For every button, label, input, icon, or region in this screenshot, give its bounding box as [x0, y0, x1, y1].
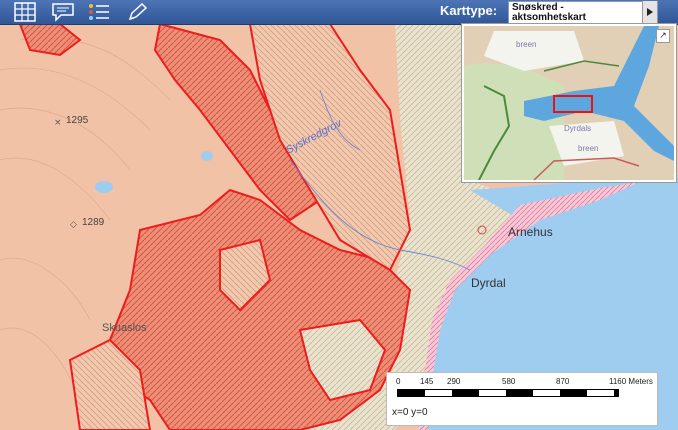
- overview-label-dyrdals: Dyrdals: [564, 124, 592, 133]
- place-label-arnehus: Arnehus: [508, 225, 553, 239]
- scale-tick-0: 0: [396, 377, 401, 386]
- select-arrow-icon[interactable]: [642, 1, 657, 23]
- lake-2: [95, 181, 113, 193]
- scale-tick-145: 145: [420, 377, 434, 386]
- grid-icon[interactable]: [12, 1, 38, 23]
- overview-expand-icon[interactable]: ↗: [656, 29, 670, 43]
- peak-marker-1: ×: [54, 118, 62, 128]
- overview-map[interactable]: breen Dyrdals breen ↗: [462, 24, 676, 182]
- peak-label-1295: 1295: [66, 115, 89, 126]
- lake-1: [201, 151, 213, 161]
- overview-map-canvas: [464, 26, 674, 180]
- comment-icon[interactable]: [50, 1, 76, 23]
- karttype-label: Karttype:: [440, 3, 498, 18]
- place-label-dyrdal: Dyrdal: [471, 276, 506, 290]
- toolbar: Karttype: Snøskred - aktsomhetskart: [0, 0, 678, 25]
- scale-tick-1160: 1160 Meters: [609, 377, 653, 386]
- scale-tick-580: 580: [502, 377, 516, 386]
- overview-green: [464, 63, 564, 180]
- peak-marker-2: ◇: [70, 220, 77, 230]
- place-label-skuaslos: Skuaslos: [102, 322, 147, 334]
- scale-tick-290: 290: [447, 377, 461, 386]
- scale-bar-panel: 0 145 290 580 870 1160 Meters x=0 y=0: [386, 372, 658, 426]
- overview-label-breen-top: breen: [516, 40, 537, 49]
- scale-tick-870: 870: [556, 377, 570, 386]
- karttype-select[interactable]: Snøskred - aktsomhetskart: [508, 1, 658, 25]
- overview-label-breen-bottom: breen: [578, 144, 599, 153]
- pencil-icon[interactable]: [124, 1, 150, 23]
- coordinate-readout: x=0 y=0: [392, 407, 428, 418]
- scale-bar: [397, 389, 619, 397]
- select-value-line2: aktsomhetskart: [512, 12, 586, 23]
- list-icon[interactable]: [86, 1, 112, 23]
- peak-label-1289: 1289: [82, 217, 105, 228]
